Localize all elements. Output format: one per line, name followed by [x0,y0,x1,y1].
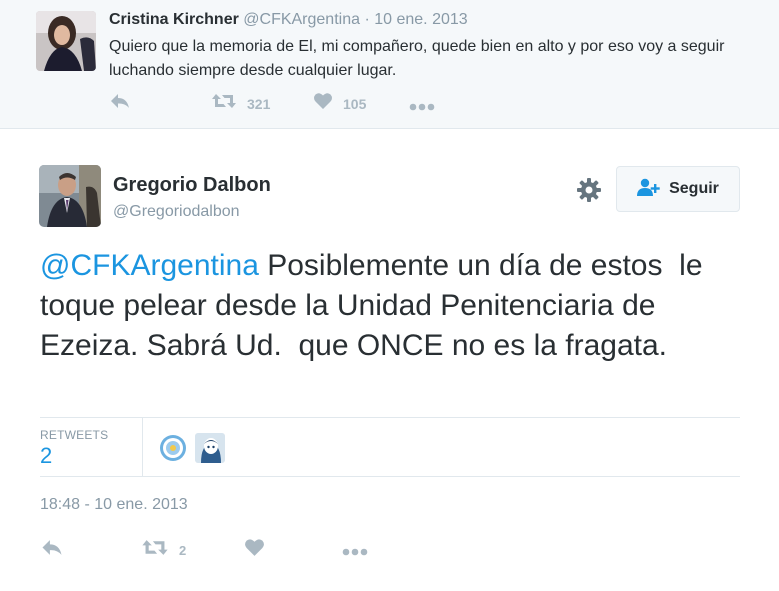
more-icon [409,98,435,116]
parent-tweet-text: Quiero que la memoria de El, mi compañer… [109,38,725,79]
parent-author-handle[interactable]: @CFKArgentina [243,11,360,28]
reply-icon [40,538,64,562]
retweet-button[interactable]: 2 [141,537,186,563]
retweets-count[interactable]: 2 [40,443,52,469]
more-icon [342,543,368,561]
heart-icon [313,91,333,116]
reply-button[interactable] [109,92,131,115]
retweet-icon [141,537,169,563]
retweet-button[interactable]: 321 [211,91,270,116]
retweets-label: RETWEETS [40,428,109,442]
reply-button[interactable] [40,538,64,562]
tweet-stats: RETWEETS 2 [40,417,740,477]
tweet-timestamp[interactable]: 18:48 - 10 ene. 2013 [40,496,188,514]
retweet-icon [211,91,237,116]
gear-icon[interactable] [576,177,602,203]
parent-action-bar: 321 105 [109,90,449,114]
main-tweet-text: @CFKArgentina Posiblemente un día de est… [40,246,750,366]
retweet-count: 2 [179,542,187,558]
parent-avatar[interactable] [36,11,96,71]
like-button[interactable]: 105 [313,91,366,116]
main-author-handle[interactable]: @Gregoriodalbon [113,203,240,221]
parent-author-name[interactable]: Cristina Kirchner [109,11,239,28]
like-button[interactable] [244,537,265,563]
parent-header: Cristina Kirchner @CFKArgentina · 10 ene… [109,11,468,29]
parent-date[interactable]: 10 ene. 2013 [374,11,467,28]
main-author-name[interactable]: Gregorio Dalbon [113,174,271,197]
header-separator: · [364,11,370,28]
more-button[interactable] [409,98,435,116]
main-avatar[interactable] [39,165,101,227]
follow-person-icon [637,178,661,201]
stats-divider [142,418,143,476]
heart-icon [244,537,265,563]
follow-button[interactable]: Seguir [616,166,740,212]
retweet-count: 321 [247,95,271,112]
more-button[interactable] [342,543,368,561]
main-action-bar: 2 [40,534,400,560]
retweeter-avatar[interactable] [195,433,225,463]
reply-icon [109,92,131,115]
retweeter-avatar[interactable] [158,433,188,463]
mention-link[interactable]: @CFKArgentina [40,249,259,282]
like-count: 105 [343,95,367,112]
follow-label: Seguir [669,180,719,197]
parent-tweet[interactable]: Cristina Kirchner @CFKArgentina · 10 ene… [0,0,779,129]
